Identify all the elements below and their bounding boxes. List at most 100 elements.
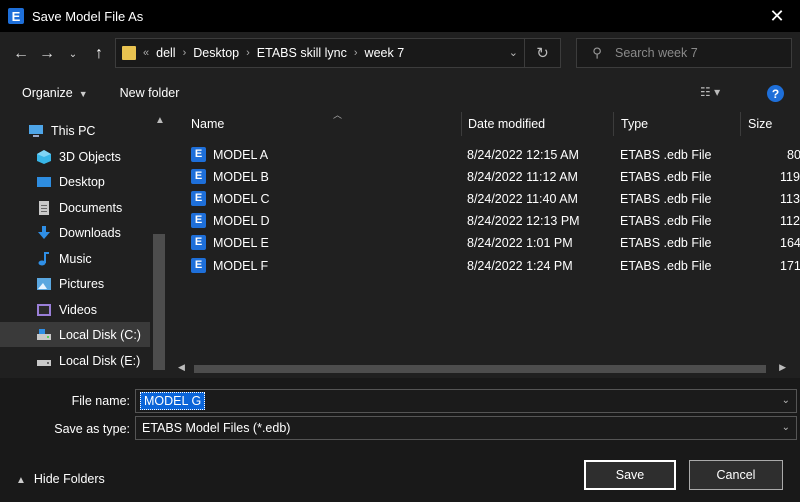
file-row[interactable]: E MODEL B 8/24/2022 11:12 AM ETABS .edb … — [176, 166, 800, 188]
save-as-type-select[interactable]: ETABS Model Files (*.edb) ⌄ — [135, 416, 797, 440]
file-type: ETABS .edb File — [620, 236, 712, 250]
chevron-down-icon[interactable]: ⌄ — [782, 395, 790, 406]
file-type: ETABS .edb File — [620, 192, 712, 206]
sort-ascending-icon: ︿ — [333, 110, 343, 120]
sidebar-item-pictures[interactable]: Pictures — [0, 271, 150, 296]
horizontal-scrollbar[interactable]: ◀ ▶ — [176, 362, 800, 376]
videos-icon — [37, 303, 51, 316]
cancel-button[interactable]: Cancel — [689, 460, 783, 490]
file-row[interactable]: E MODEL D 8/24/2022 12:13 PM ETABS .edb … — [176, 210, 800, 232]
sidebar-item-downloads[interactable]: Downloads — [0, 220, 150, 245]
back-arrow-icon[interactable]: ← — [8, 45, 34, 63]
scroll-left-icon[interactable]: ◀ — [178, 362, 185, 373]
column-divider[interactable] — [461, 112, 462, 136]
column-header-size[interactable]: Size — [748, 110, 798, 138]
new-folder-button[interactable]: New folder — [120, 86, 180, 100]
file-date: 8/24/2022 12:13 PM — [467, 214, 580, 228]
etabs-file-icon: E — [191, 235, 206, 250]
breadcrumb-dell[interactable]: dell — [156, 46, 175, 60]
file-type: ETABS .edb File — [620, 170, 712, 184]
chevron-down-icon[interactable]: ⌄ — [782, 422, 790, 433]
file-name: MODEL A — [213, 148, 269, 162]
file-list: Name ︿ Date modified Type Size E MODEL A… — [176, 110, 800, 365]
sidebar-item-music[interactable]: Music — [0, 246, 150, 271]
cube-icon — [37, 149, 51, 164]
column-divider[interactable] — [613, 112, 614, 136]
save-as-type-value: ETABS Model Files (*.edb) — [142, 421, 291, 435]
file-name: MODEL B — [213, 170, 269, 184]
breadcrumb-desktop[interactable]: Desktop — [193, 46, 239, 60]
file-type: ETABS .edb File — [620, 214, 712, 228]
file-row[interactable]: E MODEL A 8/24/2022 12:15 AM ETABS .edb … — [176, 144, 800, 166]
refresh-icon[interactable]: ↻ — [524, 39, 560, 67]
folder-icon — [122, 46, 136, 60]
scroll-right-icon[interactable]: ▶ — [779, 362, 786, 373]
address-bar[interactable]: « dell › Desktop › ETABS skill lync › we… — [115, 38, 561, 68]
sidebar-item-local-disk-c[interactable]: Local Disk (C:) — [0, 322, 150, 347]
sidebar-item-label: Downloads — [59, 225, 121, 240]
file-name-input-value[interactable]: MODEL G — [140, 392, 206, 410]
forward-arrow-icon[interactable]: → — [34, 45, 60, 63]
chevron-right-icon[interactable]: › — [246, 47, 250, 59]
etabs-file-icon: E — [191, 213, 206, 228]
caret-up-icon: ▲ — [16, 475, 26, 486]
chevron-right-icon[interactable]: › — [183, 47, 187, 59]
file-row[interactable]: E MODEL F 8/24/2022 1:24 PM ETABS .edb F… — [176, 255, 800, 277]
scrollbar-thumb[interactable] — [194, 365, 766, 373]
hide-folders-label: Hide Folders — [33, 472, 105, 486]
up-arrow-icon[interactable]: ↑ — [86, 45, 112, 63]
sidebar-item-label: Videos — [59, 302, 97, 317]
address-dropdown-icon[interactable]: ⌄ — [509, 46, 518, 59]
sidebar-item-local-disk-e[interactable]: Local Disk (E:) — [0, 348, 150, 373]
file-name-field[interactable]: MODEL G ⌄ — [135, 389, 797, 413]
sidebar-item-label: Desktop — [59, 174, 105, 189]
chevron-right-icon[interactable]: › — [354, 47, 358, 59]
help-icon[interactable]: ? — [767, 85, 784, 102]
file-row[interactable]: E MODEL E 8/24/2022 1:01 PM ETABS .edb F… — [176, 232, 800, 254]
breadcrumb-etabs-skill-lync[interactable]: ETABS skill lync — [257, 46, 347, 60]
hide-folders-button[interactable]: ▲ Hide Folders — [16, 472, 105, 486]
sidebar-item-3d-objects[interactable]: 3D Objects — [0, 144, 150, 169]
scrollbar-thumb[interactable] — [153, 234, 165, 370]
caret-down-icon: ▼ — [78, 89, 88, 99]
sidebar-item-this-pc[interactable]: This PC — [0, 118, 150, 143]
title-bar: E Save Model File As ✕ — [0, 0, 800, 32]
search-input[interactable] — [615, 46, 775, 60]
file-size: 119 — [780, 170, 800, 184]
breadcrumb-week-7[interactable]: week 7 — [365, 46, 405, 60]
search-box[interactable]: ⚲ — [576, 38, 792, 68]
file-size: 80 — [787, 148, 800, 162]
sidebar-item-label: Pictures — [59, 276, 105, 291]
save-button[interactable]: Save — [584, 460, 676, 490]
recent-locations-chevron-icon[interactable]: ⌄ — [60, 49, 86, 60]
pictures-icon — [37, 277, 51, 290]
column-divider[interactable] — [740, 112, 741, 136]
close-icon[interactable]: ✕ — [754, 0, 800, 32]
file-name: MODEL D — [213, 214, 270, 228]
column-label: Name — [191, 117, 225, 131]
breadcrumb-overflow[interactable]: « — [143, 47, 149, 59]
documents-icon — [39, 200, 49, 215]
sidebar-item-videos[interactable]: Videos — [0, 297, 150, 322]
sidebar-item-label: Documents — [59, 200, 123, 215]
scroll-up-icon[interactable]: ▲ — [155, 115, 165, 126]
etabs-app-icon: E — [8, 8, 24, 24]
sidebar-item-documents[interactable]: Documents — [0, 195, 150, 220]
organize-button[interactable]: Organize ▼ — [22, 86, 88, 100]
file-date: 8/24/2022 1:01 PM — [467, 236, 573, 250]
download-icon — [38, 225, 50, 239]
etabs-file-icon: E — [191, 258, 206, 273]
file-row[interactable]: E MODEL C 8/24/2022 11:40 AM ETABS .edb … — [176, 188, 800, 210]
sidebar-scrollbar[interactable]: ▲ — [150, 110, 168, 374]
file-type: ETABS .edb File — [620, 148, 712, 162]
column-header-name[interactable]: Name ︿ — [191, 110, 461, 138]
file-name: MODEL F — [213, 259, 269, 273]
column-header-type[interactable]: Type — [621, 110, 731, 138]
file-date: 8/24/2022 12:15 AM — [467, 148, 579, 162]
column-header-date-modified[interactable]: Date modified — [468, 110, 608, 138]
window-title: Save Model File As — [32, 8, 144, 24]
change-view-icon[interactable]: ☷ ▾ — [700, 85, 720, 99]
navigation-pane: This PC 3D Objects Desktop Documents Dow… — [0, 110, 168, 374]
sidebar-item-desktop[interactable]: Desktop — [0, 169, 150, 194]
sidebar-item-label: Music — [59, 251, 92, 266]
